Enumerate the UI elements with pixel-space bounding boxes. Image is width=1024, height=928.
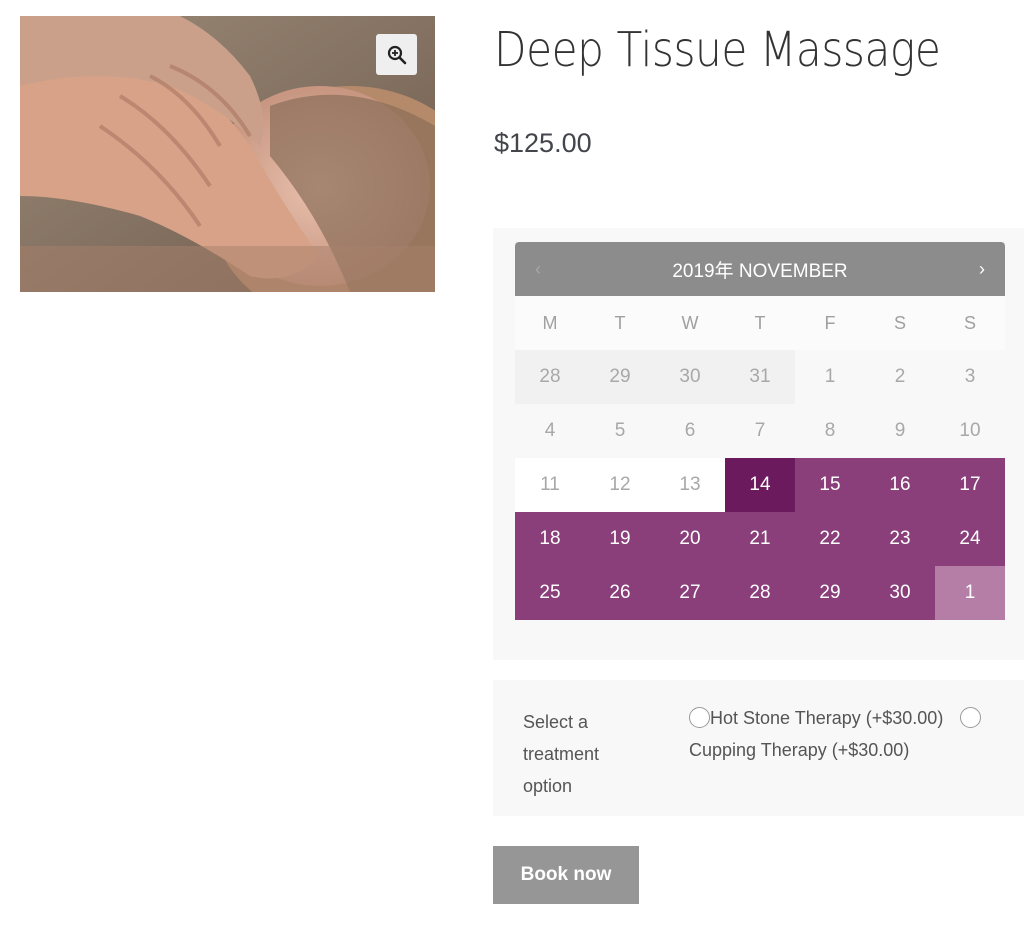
calendar-day[interactable]: 15 — [795, 458, 865, 512]
calendar-day: 10 — [935, 404, 1005, 458]
calendar-day: 31 — [725, 350, 795, 404]
calendar-days: 28 29 30 31 1 2 3 4 5 6 7 8 9 10 11 12 13 14 15 16 17 18 19 20 2… — [515, 350, 1005, 620]
book-now-button[interactable]: Book now — [493, 846, 639, 904]
calendar-day[interactable]: 19 — [585, 512, 655, 566]
product-price: $125.00 — [494, 128, 592, 158]
weekday-header: W — [681, 312, 699, 333]
calendar-day: 28 — [515, 350, 585, 404]
calendar: ‹ 2019年 NOVEMBER › MTWTFSS 28 29 30 31 1 2 3 4 5… — [515, 242, 1005, 620]
product-title: Deep Tissue Massage — [494, 22, 941, 78]
calendar-day: 13 — [655, 458, 725, 512]
calendar-day: 5 — [585, 404, 655, 458]
calendar-day: 7 — [725, 404, 795, 458]
calendar-day[interactable]: 1 — [935, 566, 1005, 620]
weekday-header: M — [542, 312, 558, 333]
calendar-day: 9 — [865, 404, 935, 458]
calendar-day: 6 — [655, 404, 725, 458]
calendar-day: 3 — [935, 350, 1005, 404]
calendar-day[interactable]: 26 — [585, 566, 655, 620]
calendar-day[interactable]: 16 — [865, 458, 935, 512]
calendar-day[interactable]: 25 — [515, 566, 585, 620]
calendar-day[interactable]: 22 — [795, 512, 865, 566]
calendar-day[interactable]: 30 — [865, 566, 935, 620]
treatment-option-label: Select a treatment option — [523, 712, 600, 796]
weekday-header: S — [963, 312, 976, 333]
chevron-left-icon[interactable]: ‹ — [535, 259, 541, 280]
treatment-option-panel: Select a treatment option Hot Stone Ther… — [493, 680, 1024, 816]
calendar-day[interactable]: 28 — [725, 566, 795, 620]
treatment-option-hot-stone[interactable]: Hot Stone Therapy (+$30.00) — [710, 708, 943, 728]
calendar-day: 29 — [585, 350, 655, 404]
calendar-day[interactable]: 24 — [935, 512, 1005, 566]
calendar-day[interactable]: 23 — [865, 512, 935, 566]
booking-calendar-panel: ‹ 2019年 NOVEMBER › MTWTFSS 28 29 30 31 1 2 3 4 5… — [493, 228, 1024, 660]
weekday-header: S — [893, 312, 906, 333]
calendar-day: 1 — [795, 350, 865, 404]
calendar-day[interactable]: 21 — [725, 512, 795, 566]
treatment-option-row: Cupping Therapy (+$30.00) — [689, 734, 1009, 766]
zoom-button[interactable] — [376, 34, 417, 75]
calendar-day[interactable]: 17 — [935, 458, 1005, 512]
radio-button-icon[interactable] — [689, 707, 710, 728]
weekday-header: T — [754, 312, 766, 333]
calendar-day[interactable]: 20 — [655, 512, 725, 566]
treatment-options: Hot Stone Therapy (+$30.00) Cupping Ther… — [689, 702, 1009, 766]
weekday-header: F — [824, 312, 836, 333]
calendar-day: 30 — [655, 350, 725, 404]
calendar-weekdays: MTWTFSS — [515, 296, 1005, 350]
zoom-in-icon — [387, 45, 406, 64]
calendar-day: 2 — [865, 350, 935, 404]
calendar-day[interactable]: 29 — [795, 566, 865, 620]
calendar-month-title: 2019年 NOVEMBER — [672, 260, 848, 282]
calendar-day[interactable]: 18 — [515, 512, 585, 566]
calendar-day: 12 — [585, 458, 655, 512]
calendar-day[interactable]: 27 — [655, 566, 725, 620]
calendar-day[interactable]: 14 — [725, 458, 795, 512]
calendar-day: 4 — [515, 404, 585, 458]
calendar-header: ‹ 2019年 NOVEMBER › — [515, 242, 1005, 296]
chevron-right-icon[interactable]: › — [979, 259, 985, 280]
massage-photo — [20, 16, 435, 292]
treatment-option-row: Hot Stone Therapy (+$30.00) — [689, 702, 1009, 734]
calendar-day: 8 — [795, 404, 865, 458]
calendar-day: 11 — [515, 458, 585, 512]
treatment-option-cupping[interactable]: Cupping Therapy (+$30.00) — [689, 740, 909, 760]
radio-button-icon[interactable] — [960, 707, 982, 728]
weekday-header: T — [614, 312, 626, 333]
product-image[interactable] — [20, 16, 435, 292]
